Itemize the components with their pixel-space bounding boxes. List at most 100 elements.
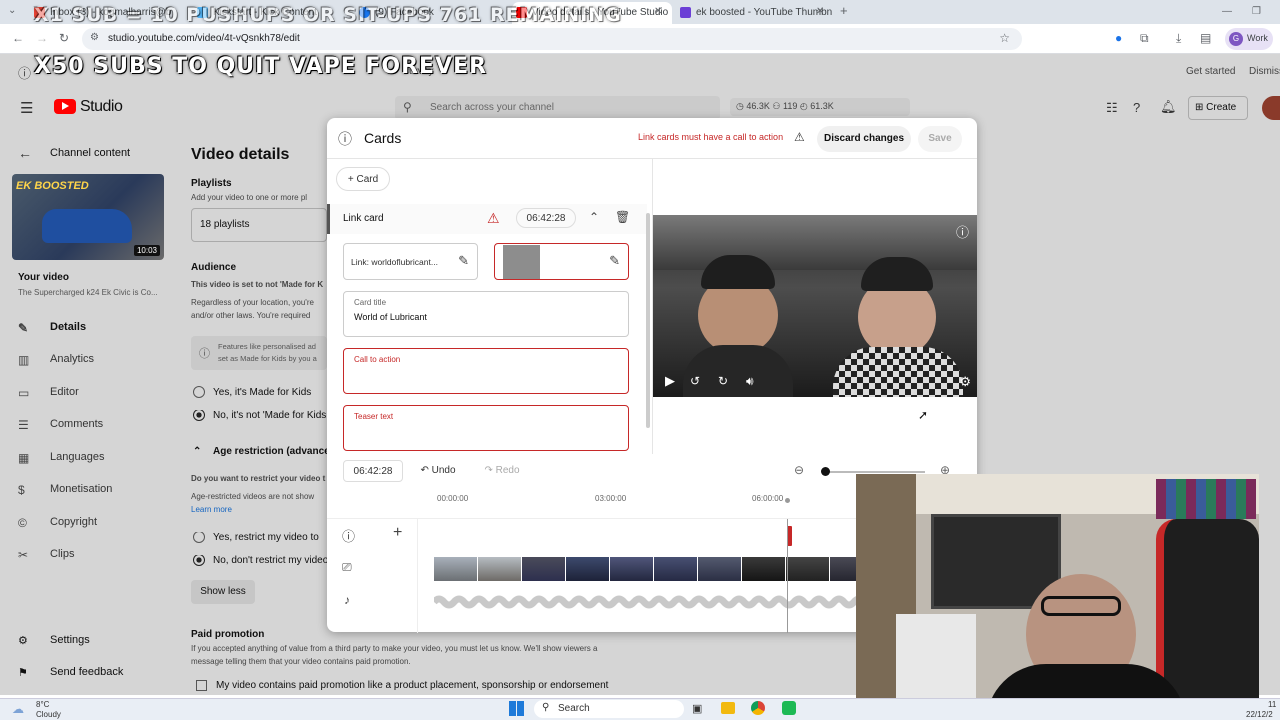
youtube-logo-icon (54, 99, 76, 114)
call-to-action-input[interactable]: Call to action (343, 348, 629, 394)
chevron-up-icon[interactable]: ⌃ (589, 210, 599, 224)
site-info-icon[interactable]: ⚙ (90, 32, 99, 43)
weather-temp[interactable]: 8°C (36, 700, 49, 709)
radio-not-made-for-kids[interactable]: No, it's not 'Made for Kids (193, 410, 327, 421)
forward-10-icon[interactable]: ↻ (718, 374, 728, 388)
sidebar-item-feedback[interactable]: ⚑ Send feedback (18, 666, 123, 679)
close-tab-icon[interactable]: ✕ (654, 6, 662, 17)
new-tab-icon[interactable]: + (840, 3, 848, 18)
sidebar-item-details[interactable]: ✎ Details (18, 321, 86, 335)
info-icon[interactable]: ⓘ (338, 129, 352, 149)
maximize-icon[interactable]: ❐ (1252, 6, 1261, 17)
trash-icon[interactable]: 🗑︎ (615, 210, 630, 224)
card-title-input[interactable]: Card title World of Lubricant (343, 291, 629, 337)
scrollbar[interactable] (646, 213, 650, 428)
app-icon[interactable] (782, 701, 796, 715)
radio-restrict[interactable]: Yes, restrict my video to (193, 532, 327, 543)
age-restriction-toggle[interactable]: ⌃ Age restriction (advanced (193, 446, 327, 457)
video-track-thumbnails[interactable] (434, 557, 864, 581)
task-view-icon[interactable]: ▣ (692, 702, 702, 715)
playhead-handle[interactable] (785, 498, 790, 503)
menu-icon[interactable]: ☰ (20, 99, 33, 117)
back-icon[interactable]: ← (12, 31, 24, 45)
zoom-slider-handle[interactable] (821, 467, 830, 476)
add-card-plus-icon[interactable]: + (393, 524, 402, 542)
windows-start-icon[interactable] (509, 701, 524, 716)
url-field[interactable]: ⚙ studio.youtube.com/video/4t-vQsnkh78/e… (82, 28, 1022, 50)
teaser-text-input[interactable]: Teaser text (343, 405, 629, 451)
radio-made-for-kids[interactable]: Yes, it's Made for Kids (193, 386, 311, 398)
sidebar-item-settings[interactable]: ⚙ Settings (18, 634, 90, 647)
taskbar-search[interactable]: ⚲ Search (534, 700, 684, 718)
volume-icon[interactable]: 🔊︎ (746, 374, 754, 389)
channel-avatar[interactable] (1262, 96, 1280, 120)
rewind-10-icon[interactable]: ↺ (690, 374, 700, 388)
discard-changes-button[interactable]: Discard changes (817, 126, 911, 152)
sidebar-item-comments[interactable]: ☰ Comments (18, 418, 103, 432)
file-explorer-icon[interactable] (721, 702, 735, 714)
bell-icon[interactable]: 🔔︎ (1160, 99, 1177, 115)
play-icon[interactable]: ▶ (665, 373, 675, 389)
chrome-icon[interactable] (751, 701, 765, 715)
back-arrow-icon[interactable]: ← (18, 145, 32, 161)
current-time-input[interactable]: 06:42:28 (343, 460, 403, 482)
reload-icon[interactable]: ↻ (59, 31, 69, 45)
sidebar-item-clips[interactable]: ✂ Clips (18, 548, 74, 562)
sidepanel-icon[interactable]: ▤ (1200, 31, 1211, 45)
extension-icon[interactable]: ● (1115, 31, 1122, 45)
dismiss-link[interactable]: Dismiss (1249, 66, 1280, 77)
pencil-icon[interactable]: ✎ (609, 253, 620, 269)
weather-desc[interactable]: Cloudy (36, 710, 61, 719)
clock-time[interactable]: 11 (1268, 700, 1276, 709)
close-tab-icon[interactable]: ✕ (816, 6, 824, 17)
sidebar-item-copyright[interactable]: © Copyright (18, 516, 97, 530)
tab-thumbnail[interactable]: ek boosted - YouTube Thumbn (676, 2, 836, 24)
search-input[interactable]: ⚲ Search across your channel (395, 96, 720, 120)
sidebar-item-monetisation[interactable]: $ Monetisation (18, 483, 112, 497)
playhead[interactable] (787, 519, 788, 633)
playlists-select[interactable]: 18 playlists (191, 208, 327, 242)
minimize-icon[interactable]: — (1222, 6, 1232, 17)
card-time-input[interactable]: 06:42:28 (516, 208, 576, 228)
papers (896, 614, 976, 700)
settings-gear-icon[interactable]: ⚙ (959, 374, 971, 390)
redo-button[interactable]: ↷ Redo (477, 460, 527, 482)
feedback-icon[interactable]: ⚠︎ (794, 130, 805, 144)
create-button[interactable]: ⊞ Create (1188, 96, 1248, 120)
save-button[interactable]: Save (918, 126, 962, 152)
download-icon[interactable]: ⤓ (1176, 31, 1181, 46)
pencil-icon[interactable]: ✎ (458, 253, 469, 269)
info-icon[interactable]: ⓘ (956, 222, 969, 241)
zoom-out-icon[interactable]: ⊖ (794, 463, 804, 477)
tab-search-icon[interactable]: ⌄ (8, 5, 16, 16)
link-field[interactable]: Link: worldoflubricant... ✎ (343, 243, 478, 280)
get-started-link[interactable]: Get started (1186, 66, 1235, 77)
zoom-slider[interactable] (821, 467, 925, 476)
card-image-field[interactable]: ✎ (494, 243, 629, 280)
clock-date[interactable]: 22/12/2 (1246, 710, 1280, 719)
paid-promotion-checkbox[interactable]: My video contains paid promotion like a … (196, 680, 608, 691)
bookmark-star-icon[interactable]: ☆ (999, 31, 1010, 45)
feedback-icon[interactable]: ☷ (1106, 100, 1118, 116)
url-text: studio.youtube.com/video/4t-vQsnkh78/edi… (108, 33, 300, 44)
show-less-button[interactable]: Show less (191, 580, 255, 604)
sidebar-item-editor[interactable]: ▭ Editor (18, 386, 79, 400)
radio-label: Yes, restrict my video to (213, 532, 319, 543)
video-preview[interactable]: ⓘ ▶ ↺ ↻ 🔊︎ ⚙ (653, 215, 977, 397)
radio-dont-restrict[interactable]: No, don't restrict my video (193, 555, 327, 566)
channel-content-link[interactable]: Channel content (50, 147, 130, 159)
channel-stats[interactable]: ◷ 46.3K ⚇ 119 ◴ 61.3K (730, 98, 910, 116)
sidebar-item-languages[interactable]: ▦ Languages (18, 451, 104, 465)
extensions-puzzle-icon[interactable]: ⧉ (1140, 31, 1149, 46)
learn-more-link[interactable]: Learn more (191, 505, 232, 514)
forward-icon[interactable]: → (36, 31, 48, 45)
sidebar-item-analytics[interactable]: ▥ Analytics (18, 353, 94, 367)
card-row[interactable]: Link card ⚠ 06:42:28 ⌃ 🗑︎ (327, 204, 647, 234)
profile-button[interactable]: G Work (1225, 28, 1273, 50)
undo-button[interactable]: ↶ Undo (413, 460, 463, 482)
age-question: Do you want to restrict your video t (191, 474, 326, 483)
add-card-button[interactable]: + Card (336, 167, 390, 191)
help-icon[interactable]: ? (1133, 100, 1140, 115)
video-thumbnail[interactable]: EK BOOSTED 10:03 (12, 174, 164, 260)
search-icon: ⚲ (542, 702, 550, 713)
